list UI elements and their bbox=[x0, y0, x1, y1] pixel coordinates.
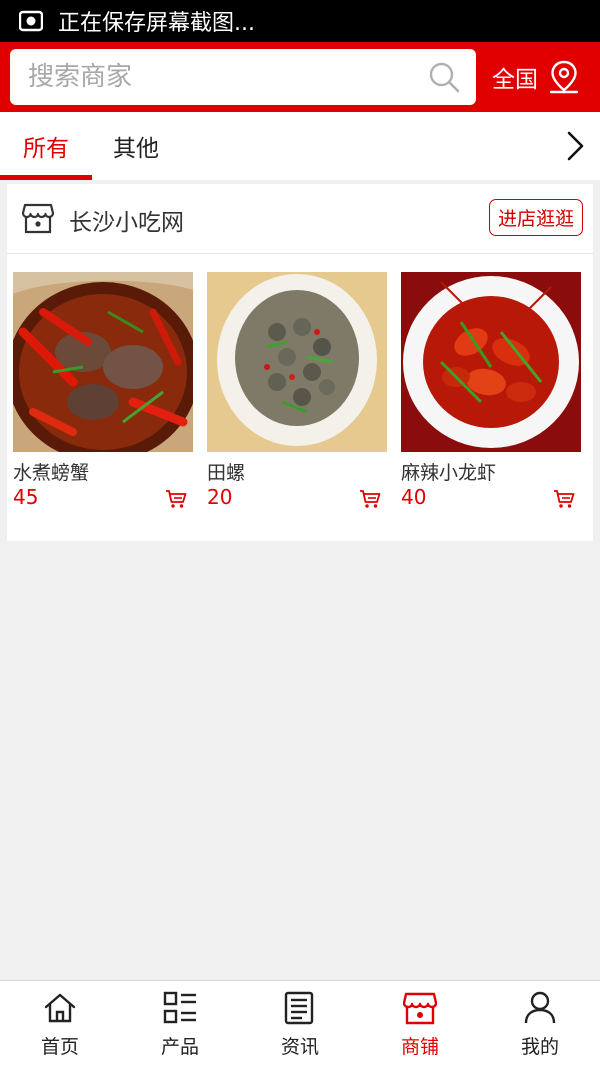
status-bar: 正在保存屏幕截图... bbox=[0, 0, 600, 42]
cart-icon[interactable] bbox=[165, 489, 187, 509]
nav-label: 商铺 bbox=[400, 1036, 439, 1058]
home-icon bbox=[43, 991, 77, 1025]
nav-me[interactable]: 我的 bbox=[480, 981, 600, 1067]
product-item[interactable]: 田螺 20 bbox=[207, 272, 387, 522]
category-tabs: 所有 其他 bbox=[0, 112, 600, 180]
product-price: 20 bbox=[207, 485, 233, 509]
store-name: 长沙小吃网 bbox=[69, 210, 184, 236]
nav-home[interactable]: 首页 bbox=[0, 981, 120, 1067]
product-item[interactable]: 麻辣小龙虾 40 bbox=[401, 272, 581, 522]
nav-news[interactable]: 资讯 bbox=[240, 981, 360, 1067]
user-icon bbox=[523, 991, 557, 1025]
cart-icon[interactable] bbox=[359, 489, 381, 509]
product-image[interactable] bbox=[401, 272, 581, 452]
visit-store-label: 进店逛逛 bbox=[497, 208, 574, 230]
search-icon[interactable] bbox=[428, 61, 460, 93]
search-box[interactable] bbox=[10, 49, 476, 105]
tab-all[interactable]: 所有 bbox=[0, 112, 92, 180]
product-image[interactable] bbox=[13, 272, 193, 452]
location-pin-icon bbox=[548, 60, 580, 94]
news-icon bbox=[283, 991, 317, 1025]
product-name: 水煮螃蟹 bbox=[13, 462, 90, 484]
tab-label: 所有 bbox=[23, 136, 69, 162]
product-price: 40 bbox=[401, 485, 427, 509]
nav-label: 资讯 bbox=[280, 1036, 319, 1058]
region-selector[interactable]: 全国 bbox=[492, 52, 580, 102]
cart-icon[interactable] bbox=[553, 489, 575, 509]
product-price: 45 bbox=[13, 485, 39, 509]
status-text: 正在保存屏幕截图... bbox=[58, 11, 255, 36]
product-list: 水煮螃蟹 45 田螺 20 麻辣小龙虾 40 bbox=[13, 272, 587, 522]
search-input[interactable] bbox=[28, 62, 408, 92]
product-name: 田螺 bbox=[207, 462, 246, 484]
visit-store-button[interactable]: 进店逛逛 bbox=[488, 199, 583, 236]
nav-label: 首页 bbox=[40, 1036, 79, 1058]
shop-icon bbox=[402, 991, 438, 1025]
nav-label: 我的 bbox=[520, 1036, 559, 1058]
header: 全国 bbox=[0, 42, 600, 112]
grid-list-icon bbox=[163, 991, 197, 1025]
chevron-right-icon[interactable] bbox=[562, 130, 588, 162]
screenshot-icon bbox=[18, 8, 44, 34]
store-header[interactable]: 长沙小吃网 进店逛逛 bbox=[7, 184, 593, 254]
store-icon bbox=[21, 201, 55, 235]
store-card: 长沙小吃网 进店逛逛 水煮螃蟹 45 田螺 20 麻辣小龙虾 40 bbox=[7, 184, 593, 541]
tab-other[interactable]: 其他 bbox=[92, 112, 180, 180]
nav-label: 产品 bbox=[160, 1036, 199, 1058]
region-label: 全国 bbox=[492, 67, 538, 93]
product-image[interactable] bbox=[207, 272, 387, 452]
nav-shops[interactable]: 商铺 bbox=[360, 981, 480, 1067]
nav-products[interactable]: 产品 bbox=[120, 981, 240, 1067]
product-name: 麻辣小龙虾 bbox=[401, 462, 497, 484]
tab-label: 其他 bbox=[113, 136, 159, 162]
bottom-nav: 首页 产品 资讯 商铺 我的 bbox=[0, 980, 600, 1067]
product-item[interactable]: 水煮螃蟹 45 bbox=[13, 272, 193, 522]
